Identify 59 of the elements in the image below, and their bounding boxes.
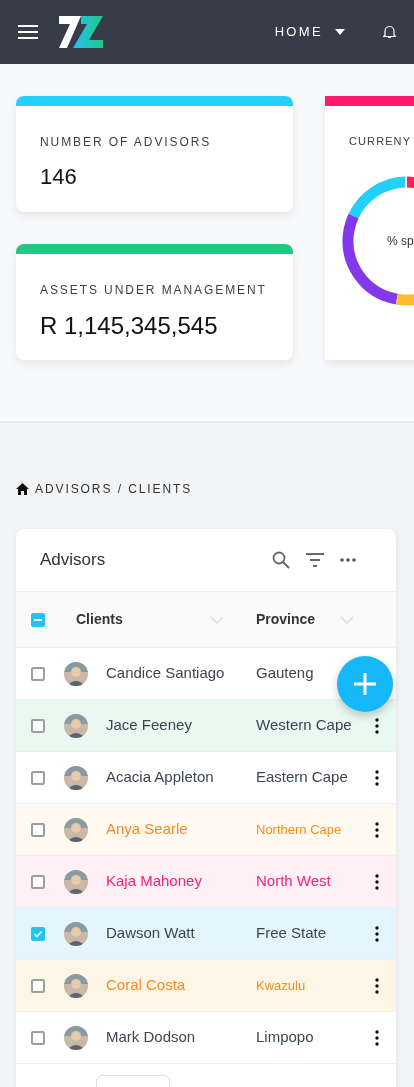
- more-icon[interactable]: [375, 769, 379, 786]
- breadcrumb: ADVISORS / CLIENTS: [35, 481, 193, 498]
- province-cell-text: Kwazulu: [255, 976, 307, 995]
- table-row[interactable]: Candice Santiago Gauteng: [16, 648, 396, 700]
- select-all-checkbox[interactable]: [31, 612, 45, 627]
- more-icon[interactable]: [375, 873, 379, 890]
- province-cell-text: Eastern Cape: [255, 767, 349, 788]
- more-icon[interactable]: [375, 821, 379, 838]
- row-checkbox[interactable]: [31, 770, 45, 785]
- more-icon[interactable]: [375, 717, 379, 734]
- row-checkbox[interactable]: [31, 718, 45, 733]
- row-checkbox[interactable]: [31, 1030, 45, 1045]
- province-cell-text: North West: [255, 871, 332, 892]
- client-name: Coral Costa: [106, 975, 186, 996]
- stat-label: NUMBER OF ADVISORS: [40, 134, 213, 151]
- client-name: Acacia Appleton: [106, 767, 214, 788]
- stat-value: R 1,145,345,545: [40, 311, 219, 341]
- table-title: Advisors: [40, 549, 106, 572]
- caret-icon: [335, 29, 345, 35]
- home-icon[interactable]: [16, 483, 29, 495]
- client-name: Mark Dodson: [106, 1027, 196, 1048]
- province-cell-text: Gauteng: [255, 663, 315, 684]
- bell-icon[interactable]: [383, 25, 396, 39]
- row-checkbox[interactable]: [31, 666, 45, 681]
- check-icon: [33, 928, 43, 939]
- logo-icon[interactable]: [59, 15, 103, 49]
- table-row[interactable]: Dawson Watt Free State: [16, 908, 396, 960]
- table-row[interactable]: Jace Feeney Western Cape: [16, 700, 396, 752]
- client-name: Kaja Mahoney: [106, 871, 202, 892]
- province-cell-text: Limpopo: [255, 1027, 315, 1048]
- stat-label: ASSETS UNDER MANAGEMENT: [40, 282, 268, 299]
- row-checkbox[interactable]: [31, 978, 45, 993]
- row-checkbox[interactable]: [31, 822, 45, 837]
- row-checkbox[interactable]: [31, 874, 45, 889]
- column-header[interactable]: Clients: [76, 609, 123, 630]
- more-icon[interactable]: [375, 1029, 379, 1046]
- row-checkbox[interactable]: [31, 926, 45, 941]
- table-row[interactable]: Acacia Appleton Eastern Cape: [16, 752, 396, 804]
- more-icon[interactable]: [340, 558, 356, 562]
- chart-center-label: % sp: [387, 232, 414, 250]
- client-name: Candice Santiago: [106, 663, 225, 684]
- table-row[interactable]: Kaja Mahoney North West: [16, 856, 396, 908]
- stat-value: 146: [40, 163, 78, 191]
- home-dropdown[interactable]: HOME: [274, 22, 345, 42]
- client-name: Dawson Watt: [106, 923, 195, 944]
- column-header[interactable]: Province: [256, 609, 316, 630]
- client-name: Jace Feeney: [106, 715, 192, 736]
- search-icon[interactable]: [272, 551, 290, 569]
- menu-icon[interactable]: [18, 25, 38, 39]
- client-name: Anya Searle: [106, 819, 188, 840]
- province-cell-text: Western Cape: [255, 715, 353, 736]
- plus-icon: [354, 673, 376, 695]
- filter-icon[interactable]: [306, 553, 324, 567]
- card-title: CURRENY: [348, 134, 413, 149]
- province-cell-text: Free State: [255, 923, 328, 944]
- more-icon[interactable]: [375, 925, 379, 942]
- table-row[interactable]: Mark Dodson Limpopo: [16, 1012, 396, 1064]
- province-cell-text: Northern Cape: [255, 820, 343, 839]
- more-icon[interactable]: [375, 977, 379, 994]
